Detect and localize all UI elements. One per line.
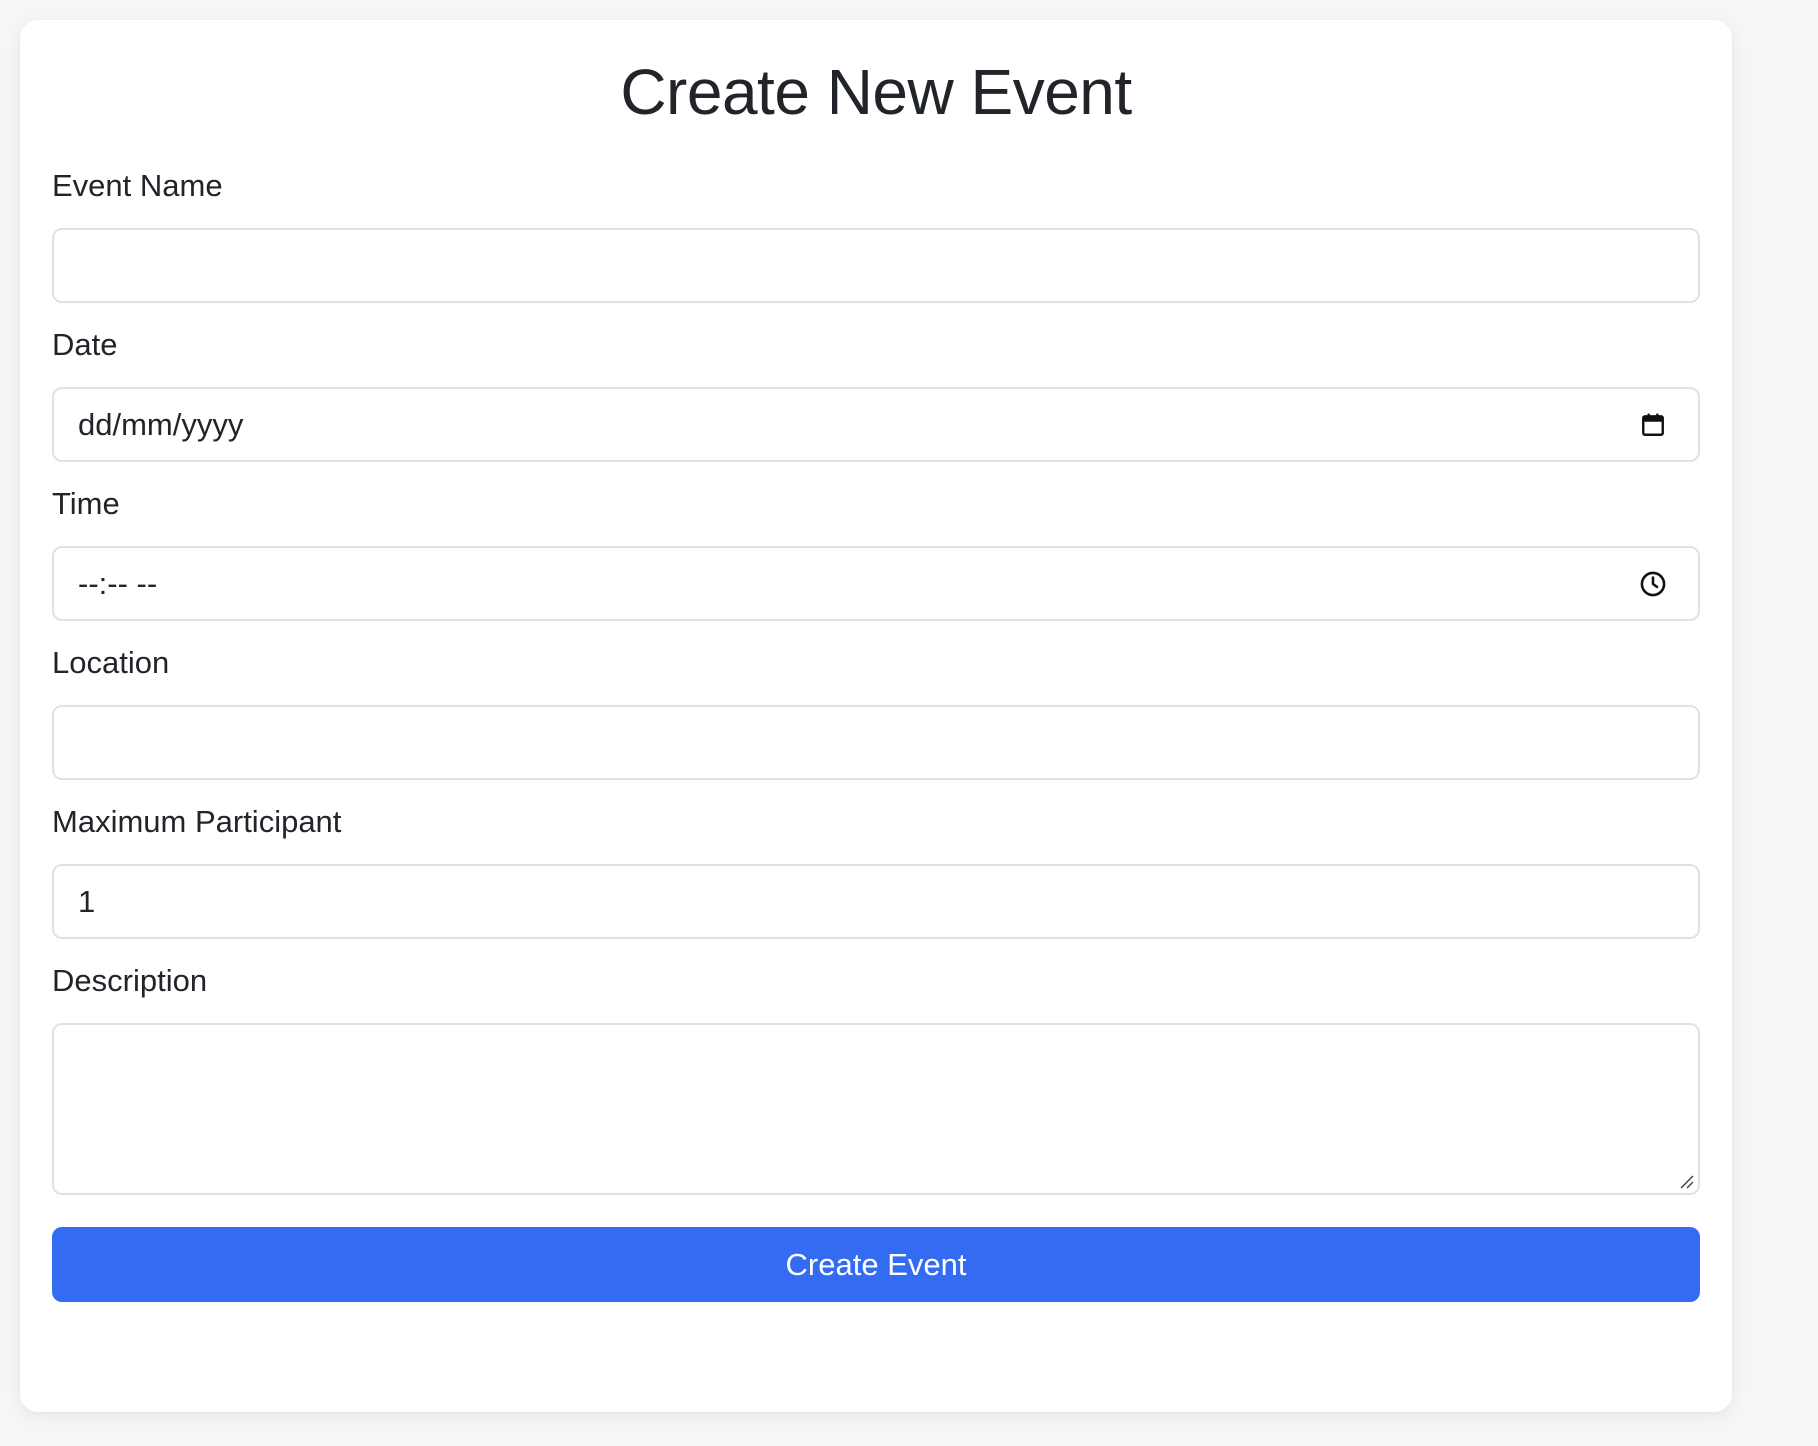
clock-icon[interactable] [1638,569,1668,599]
time-field: Time --:-- -- [52,486,1700,621]
resize-handle-icon[interactable] [1678,1173,1694,1189]
location-field: Location [52,645,1700,780]
location-input[interactable] [78,707,1674,778]
description-textarea[interactable] [54,1025,1698,1193]
max-participant-field: Maximum Participant [52,804,1700,939]
event-name-label: Event Name [52,168,223,203]
create-event-button[interactable]: Create Event [52,1227,1700,1302]
calendar-icon[interactable] [1638,410,1668,440]
create-event-card: Create New Event Event Name Date dd/mm/y… [20,20,1732,1412]
time-input-value: --:-- -- [78,565,158,601]
max-participant-input-box[interactable] [52,864,1700,939]
date-input-value: dd/mm/yyyy [78,406,244,442]
page-title: Create New Event [620,56,1132,128]
date-field: Date dd/mm/yyyy [52,327,1700,462]
event-name-field: Event Name [52,168,1700,303]
location-label: Location [52,645,170,680]
description-field: Description [52,963,1700,1195]
time-input[interactable]: --:-- -- [52,546,1700,621]
description-label: Description [52,963,208,998]
event-name-input[interactable] [78,230,1674,301]
location-input-box[interactable] [52,705,1700,780]
max-participant-input[interactable] [78,866,1674,937]
event-name-input-box[interactable] [52,228,1700,303]
date-label: Date [52,327,118,362]
time-label: Time [52,486,120,521]
max-participant-label: Maximum Participant [52,804,342,839]
date-input[interactable]: dd/mm/yyyy [52,387,1700,462]
description-textarea-box[interactable] [52,1023,1700,1195]
